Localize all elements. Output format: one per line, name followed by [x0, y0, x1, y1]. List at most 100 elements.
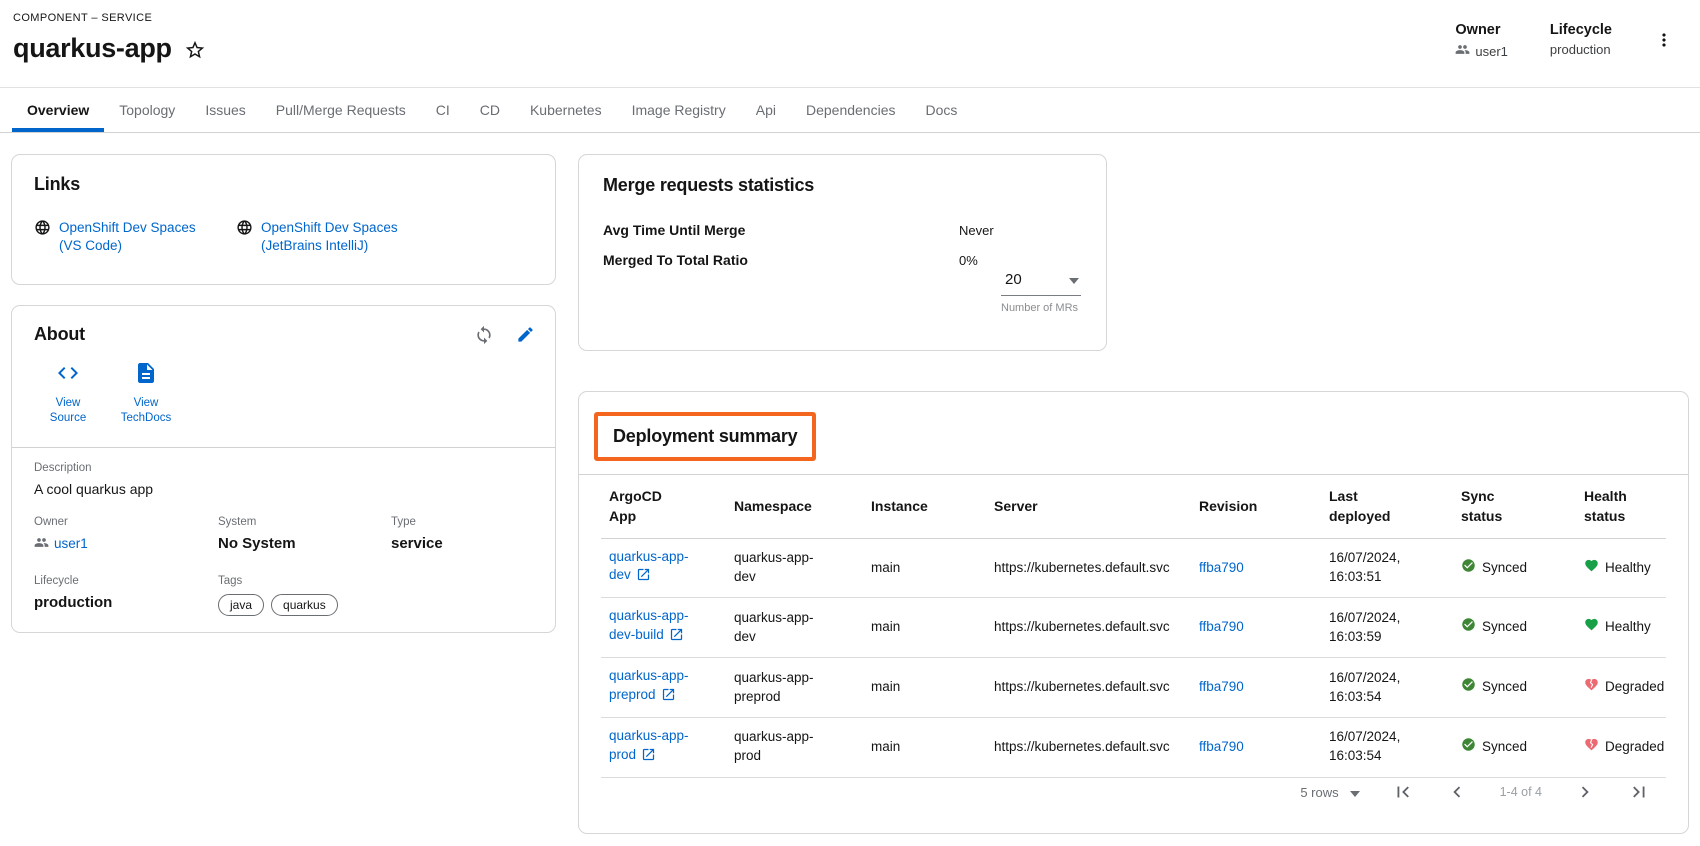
- lifecycle-value: production: [1550, 42, 1611, 57]
- page-title: quarkus-app: [13, 33, 172, 64]
- col-server: Server: [986, 475, 1191, 538]
- refresh-icon[interactable]: [474, 325, 494, 345]
- deployment-summary-card: Deployment summary ArgoCD App Namespace …: [578, 391, 1689, 834]
- health-status-cell: Degraded: [1584, 677, 1664, 698]
- external-link-icon: [661, 690, 676, 705]
- external-link-icon: [641, 750, 656, 765]
- tab-overview[interactable]: Overview: [12, 88, 104, 132]
- owner-field-label: Owner: [34, 516, 218, 528]
- prev-page-button[interactable]: [1446, 781, 1468, 803]
- page-range-label: 1-4 of 4: [1500, 785, 1542, 799]
- instance-cell: main: [863, 538, 986, 598]
- revision-link[interactable]: ffba790: [1199, 679, 1244, 694]
- tab-ci[interactable]: CI: [421, 88, 465, 132]
- check-circle-icon: [1461, 737, 1476, 758]
- argocd-app-link[interactable]: quarkus-app-preprod: [609, 668, 689, 702]
- links-card: Links OpenShift Dev Spaces (VS Code) Ope…: [11, 154, 556, 285]
- sync-status-cell: Synced: [1461, 558, 1527, 579]
- col-instance: Instance: [863, 475, 986, 538]
- heart-icon: [1584, 558, 1599, 579]
- namespace-cell: quarkus-app-preprod: [734, 669, 830, 707]
- code-icon: [56, 361, 80, 391]
- favorite-star-icon[interactable]: [184, 39, 206, 61]
- owner-meta: Owner user1: [1455, 22, 1508, 60]
- merge-stats-title: Merge requests statistics: [603, 175, 1082, 196]
- deployment-table: ArgoCD App Namespace Instance Server Rev…: [601, 475, 1666, 778]
- tab-topology[interactable]: Topology: [104, 88, 190, 132]
- tab-issues[interactable]: Issues: [190, 88, 260, 132]
- mr-count-select[interactable]: 20: [1001, 271, 1081, 296]
- last-deployed-cell: 16/07/2024, 16:03:59: [1321, 598, 1453, 658]
- last-page-button[interactable]: [1628, 781, 1650, 803]
- link-label: OpenShift Dev Spaces (JetBrains IntelliJ…: [261, 219, 414, 255]
- argocd-app-link[interactable]: quarkus-app-dev: [609, 549, 689, 583]
- tab-api[interactable]: Api: [741, 88, 791, 132]
- last-deployed-cell: 16/07/2024, 16:03:54: [1321, 658, 1453, 718]
- link-devspaces-intellij[interactable]: OpenShift Dev Spaces (JetBrains IntelliJ…: [236, 219, 414, 255]
- owner-field-value: user1: [54, 536, 88, 551]
- about-card-title: About: [34, 324, 85, 345]
- tag-chip-java[interactable]: java: [218, 594, 264, 616]
- health-status-cell: Healthy: [1584, 558, 1651, 579]
- type-field-value: service: [391, 535, 533, 552]
- lifecycle-field-label: Lifecycle: [34, 575, 218, 587]
- entity-page: COMPONENT – SERVICE quarkus-app Owner us…: [0, 0, 1700, 846]
- revision-link[interactable]: ffba790: [1199, 560, 1244, 575]
- table-row: quarkus-app-dev-build quarkus-app-dev ma…: [601, 598, 1666, 658]
- entity-tabs: Overview Topology Issues Pull/Merge Requ…: [0, 88, 1700, 133]
- revision-link[interactable]: ffba790: [1199, 739, 1244, 754]
- tag-chip-quarkus[interactable]: quarkus: [271, 594, 338, 616]
- entity-kind-label: COMPONENT – SERVICE: [13, 12, 206, 24]
- col-last-deployed: Last deployed: [1321, 475, 1453, 538]
- owner-field: Owner user1: [34, 516, 218, 553]
- tab-pull-merge-requests[interactable]: Pull/Merge Requests: [261, 88, 421, 132]
- check-circle-icon: [1461, 617, 1476, 638]
- group-icon: [1455, 42, 1470, 60]
- server-cell: https://kubernetes.default.svc: [986, 658, 1191, 718]
- tab-dependencies[interactable]: Dependencies: [791, 88, 911, 132]
- server-cell: https://kubernetes.default.svc: [986, 598, 1191, 658]
- col-namespace: Namespace: [726, 475, 863, 538]
- table-row: quarkus-app-dev quarkus-app-dev main htt…: [601, 538, 1666, 598]
- next-page-button[interactable]: [1574, 781, 1596, 803]
- entity-header-left: COMPONENT – SERVICE quarkus-app: [13, 12, 206, 64]
- tab-kubernetes[interactable]: Kubernetes: [515, 88, 617, 132]
- avg-time-label: Avg Time Until Merge: [603, 222, 959, 238]
- links-card-title: Links: [34, 174, 533, 195]
- revision-link[interactable]: ffba790: [1199, 619, 1244, 634]
- tab-image-registry[interactable]: Image Registry: [617, 88, 741, 132]
- rows-per-page-value: 5 rows: [1300, 785, 1338, 800]
- namespace-cell: quarkus-app-dev: [734, 609, 830, 647]
- edit-pencil-icon[interactable]: [516, 325, 535, 344]
- table-pagination: 5 rows 1-4 of 4: [601, 781, 1666, 833]
- system-field-label: System: [218, 516, 391, 528]
- col-revision: Revision: [1191, 475, 1321, 538]
- globe-icon: [34, 219, 51, 241]
- merged-ratio-value: 0%: [959, 253, 1082, 268]
- tab-cd[interactable]: CD: [465, 88, 515, 132]
- namespace-cell: quarkus-app-dev: [734, 549, 830, 587]
- rows-per-page-select[interactable]: 5 rows: [1300, 785, 1359, 800]
- kebab-menu-icon[interactable]: [1654, 30, 1674, 55]
- type-field-label: Type: [391, 516, 533, 528]
- owner-user-link[interactable]: user1: [34, 535, 88, 553]
- server-cell: https://kubernetes.default.svc: [986, 717, 1191, 777]
- link-devspaces-vscode[interactable]: OpenShift Dev Spaces (VS Code): [34, 219, 212, 255]
- description-value: A cool quarkus app: [34, 481, 533, 497]
- globe-icon: [236, 219, 253, 241]
- system-field-value: No System: [218, 535, 391, 552]
- sync-status-cell: Synced: [1461, 737, 1527, 758]
- tab-docs[interactable]: Docs: [910, 88, 972, 132]
- view-techdocs-button[interactable]: View TechDocs: [114, 361, 178, 427]
- check-circle-icon: [1461, 677, 1476, 698]
- view-source-label: View Source: [36, 396, 100, 427]
- col-argocd-app: ArgoCD App: [601, 475, 726, 538]
- view-source-button[interactable]: View Source: [36, 361, 100, 427]
- first-page-button[interactable]: [1392, 781, 1414, 803]
- instance-cell: main: [863, 658, 986, 718]
- table-row: quarkus-app-preprod quarkus-app-preprod …: [601, 658, 1666, 718]
- lifecycle-label: Lifecycle: [1550, 22, 1612, 38]
- argocd-app-link[interactable]: quarkus-app-dev-build: [609, 608, 689, 642]
- tags-field: Tags javaquarkus: [218, 575, 391, 616]
- argocd-app-link[interactable]: quarkus-app-prod: [609, 728, 689, 762]
